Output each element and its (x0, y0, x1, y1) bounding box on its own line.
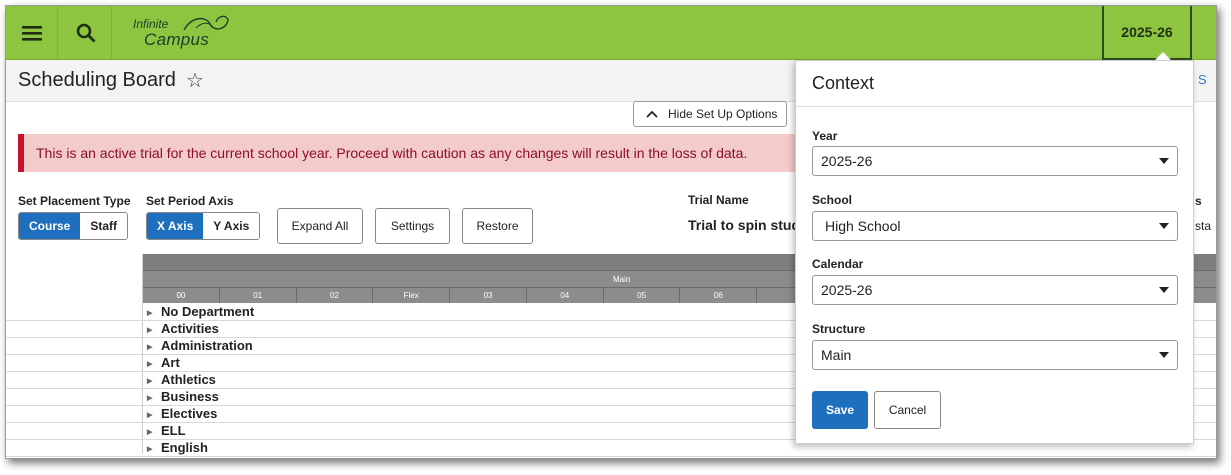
expand-triangle-icon[interactable]: ▶ (147, 428, 152, 436)
placement-type-toggle: Course Staff (18, 212, 129, 240)
trial-name-label: Trial Name (688, 193, 749, 207)
expand-triangle-icon[interactable]: ▶ (147, 360, 152, 368)
department-name: Athletics (161, 372, 216, 387)
expand-triangle-icon[interactable]: ▶ (147, 445, 152, 453)
department-name: English (161, 440, 208, 455)
period-header: Flex (373, 288, 451, 303)
dropdown-arrow-icon (1159, 158, 1169, 164)
department-name: Electives (161, 406, 218, 421)
year-select[interactable]: 2025-26 (812, 146, 1178, 176)
department-name: Administration (161, 338, 253, 353)
period-axis-toggle: X Axis Y Axis (146, 212, 261, 240)
hide-setup-label: Hide Set Up Options (668, 107, 778, 121)
placement-course-option[interactable]: Course (19, 213, 81, 239)
expand-triangle-icon[interactable]: ▶ (147, 326, 152, 334)
context-title: Context (812, 73, 875, 93)
edge-label: s (1195, 194, 1202, 208)
expand-all-button[interactable]: Expand All (277, 208, 363, 244)
top-bar: Infinite Campus 2025-26 (6, 6, 1216, 61)
app-window: Infinite Campus 2025-26 Scheduling Board… (5, 5, 1217, 459)
logo-line1: Infinite (133, 17, 169, 31)
dropdown-arrow-icon (1159, 287, 1169, 293)
restore-button[interactable]: Restore (462, 208, 533, 244)
cancel-button[interactable]: Cancel (874, 391, 941, 429)
school-select-value: High School (825, 218, 901, 234)
y-axis-option[interactable]: Y Axis (203, 213, 260, 239)
banner-text: This is an active trial for the current … (36, 145, 748, 161)
period-header: 03 (450, 288, 527, 303)
expand-triangle-icon[interactable]: ▶ (147, 343, 152, 351)
trial-warning-banner: This is an active trial for the current … (18, 134, 808, 172)
department-name: No Department (161, 304, 255, 319)
department-name: Business (161, 389, 219, 404)
placement-type-label: Set Placement Type (18, 194, 131, 208)
structure-select-value: Main (821, 347, 852, 363)
period-header: 05 (604, 288, 681, 303)
year-label: Year (812, 129, 838, 143)
settings-button[interactable]: Settings (375, 208, 450, 244)
calendar-select-value: 2025-26 (821, 282, 873, 298)
expand-triangle-icon[interactable]: ▶ (147, 394, 152, 402)
period-header: 00 (143, 288, 220, 303)
x-axis-option[interactable]: X Axis (147, 213, 204, 239)
period-header: 02 (297, 288, 374, 303)
chevron-up-icon (646, 110, 658, 118)
structure-header-label: Main (613, 274, 631, 284)
star-icon[interactable]: ☆ (186, 68, 204, 93)
structure-select[interactable]: Main (812, 340, 1178, 370)
calendar-label: Calendar (812, 257, 864, 271)
school-select[interactable]: High School (812, 211, 1178, 241)
year-select-value: 2025-26 (821, 153, 873, 169)
period-header: 06 (680, 288, 758, 303)
dropdown-arrow-icon (1159, 352, 1169, 358)
hamburger-icon (21, 26, 42, 41)
search-button[interactable] (60, 6, 112, 60)
context-panel: Context Year 2025-26 School High School … (795, 60, 1194, 444)
page-title: Scheduling Board (18, 69, 176, 91)
year-context-button[interactable]: 2025-26 (1102, 6, 1192, 60)
trial-name-value: Trial to spin stud (688, 217, 801, 233)
divider (796, 106, 1193, 107)
expand-triangle-icon[interactable]: ▶ (147, 309, 152, 317)
period-header: 01 (220, 288, 297, 303)
department-name: Art (161, 355, 180, 370)
save-button[interactable]: Save (812, 391, 868, 429)
edge-value: sta (1195, 219, 1212, 233)
placement-staff-option[interactable]: Staff (80, 213, 128, 239)
department-name: Activities (161, 321, 219, 336)
expand-triangle-icon[interactable]: ▶ (147, 377, 152, 385)
expand-triangle-icon[interactable]: ▶ (147, 411, 152, 419)
structure-label: Structure (812, 322, 866, 336)
hide-setup-options-button[interactable]: Hide Set Up Options (633, 101, 787, 127)
school-label: School (812, 193, 853, 207)
calendar-select[interactable]: 2025-26 (812, 275, 1178, 305)
menu-button[interactable] (6, 6, 58, 60)
department-name: ELL (161, 423, 186, 438)
period-axis-label: Set Period Axis (146, 194, 234, 208)
dropdown-arrow-icon (1159, 223, 1169, 229)
search-icon (76, 23, 95, 43)
header-edge-link[interactable]: S (1198, 72, 1207, 87)
period-header: 04 (527, 288, 604, 303)
infinite-campus-logo[interactable]: Infinite Campus (130, 12, 240, 52)
logo-swoosh-icon (183, 15, 229, 31)
